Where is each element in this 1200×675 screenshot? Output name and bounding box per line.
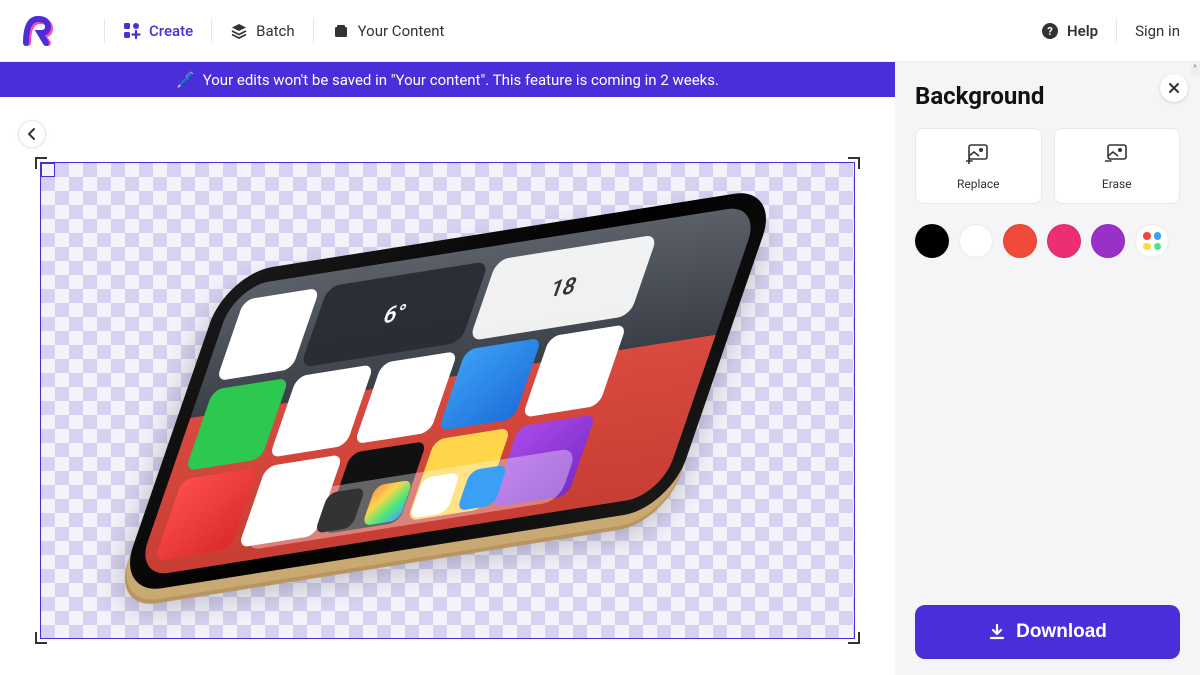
divider	[104, 19, 105, 43]
wand-icon: 🖊️	[176, 71, 195, 89]
divider	[211, 19, 212, 43]
color-black[interactable]	[915, 224, 949, 258]
crop-handle-tr[interactable]	[848, 157, 860, 169]
nav-batch-label: Batch	[256, 22, 295, 40]
phone-subject: 6° 18	[98, 181, 798, 601]
nav-batch[interactable]: Batch	[230, 22, 295, 40]
app-icon	[353, 350, 457, 443]
color-picker-more[interactable]	[1135, 224, 1169, 258]
app-header: Create Batch Your Content ? Help Sign in	[0, 0, 1200, 62]
divider	[1116, 19, 1117, 43]
crop-handle-br[interactable]	[848, 632, 860, 644]
your-content-icon	[332, 22, 350, 40]
download-icon	[988, 623, 1006, 641]
erase-icon	[1105, 141, 1129, 165]
app-icon	[154, 467, 258, 560]
replace-background-card[interactable]: Replace	[915, 128, 1042, 204]
download-label: Download	[1016, 621, 1107, 643]
editor-area: 🖊️ Your edits won't be saved in "Your co…	[0, 62, 895, 675]
chevron-left-icon	[25, 127, 39, 141]
nav-your-content-label: Your Content	[358, 22, 445, 40]
brand-logo[interactable]	[20, 13, 56, 49]
app-icon	[216, 287, 320, 380]
color-white[interactable]	[959, 224, 993, 258]
info-banner: 🖊️ Your edits won't be saved in "Your co…	[0, 62, 895, 97]
background-panel: Background Replace Erase	[895, 62, 1200, 675]
nav-your-content[interactable]: Your Content	[332, 22, 445, 40]
help-icon: ?	[1041, 22, 1059, 40]
canvas-wrapper: 6° 18	[40, 162, 855, 639]
close-panel-button[interactable]	[1160, 74, 1188, 102]
close-icon	[1168, 82, 1180, 94]
panel-title: Background	[915, 82, 1180, 110]
crop-handle-bl[interactable]	[35, 632, 47, 644]
svg-text:?: ?	[1047, 25, 1053, 38]
weather-widget: 6°	[300, 260, 489, 367]
help-label: Help	[1067, 22, 1098, 40]
color-swatches	[915, 224, 1180, 258]
batch-icon	[230, 22, 248, 40]
banner-text: Your edits won't be saved in "Your conte…	[203, 71, 719, 89]
main-area: 🖊️ Your edits won't be saved in "Your co…	[0, 62, 1200, 675]
create-icon	[123, 22, 141, 40]
erase-background-card[interactable]: Erase	[1054, 128, 1181, 204]
signin-label: Sign in	[1135, 22, 1180, 40]
subject-layer: 6° 18	[41, 163, 854, 638]
canvas[interactable]: 6° 18	[40, 162, 855, 639]
color-purple[interactable]	[1091, 224, 1125, 258]
color-red[interactable]	[1003, 224, 1037, 258]
scroll-indicator[interactable]: ^	[1190, 62, 1200, 76]
download-button[interactable]: Download	[915, 605, 1180, 659]
app-icon	[269, 364, 373, 457]
replace-icon	[966, 141, 990, 165]
app-icon	[437, 337, 541, 430]
color-pink[interactable]	[1047, 224, 1081, 258]
crop-handle-tl[interactable]	[35, 157, 47, 169]
back-button[interactable]	[18, 120, 46, 148]
app-icon	[185, 377, 289, 470]
calendar-widget: 18	[468, 234, 657, 341]
replace-label: Replace	[957, 177, 1000, 191]
erase-label: Erase	[1102, 177, 1132, 191]
signin-link[interactable]: Sign in	[1135, 22, 1180, 40]
help-link[interactable]: ? Help	[1041, 22, 1098, 40]
divider	[313, 19, 314, 43]
nav-create[interactable]: Create	[123, 22, 193, 40]
nav-create-label: Create	[149, 22, 193, 40]
